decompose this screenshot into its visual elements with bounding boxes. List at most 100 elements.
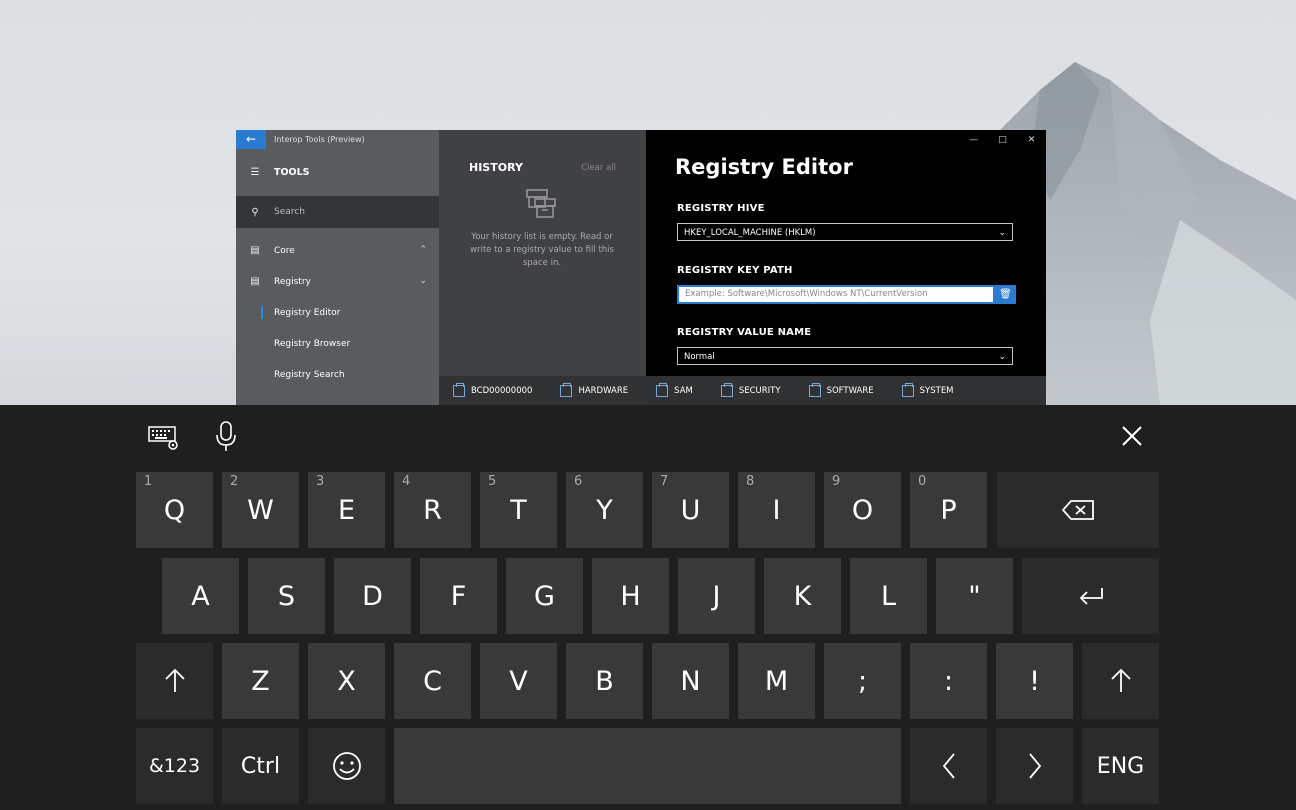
key-label: A	[191, 580, 210, 612]
clear-key-path-button[interactable]: 🗑	[995, 285, 1016, 304]
key-exclamation[interactable]: !	[996, 643, 1073, 719]
minimize-button[interactable]: —	[959, 130, 988, 150]
hive-label: SOFTWARE	[826, 385, 874, 396]
key-h[interactable]: H	[592, 558, 669, 634]
maximize-button[interactable]: □	[988, 130, 1017, 150]
key-v[interactable]: V	[480, 643, 557, 719]
smiley-icon	[332, 752, 361, 780]
key-g[interactable]: G	[506, 558, 583, 634]
key-label: Ctrl	[240, 753, 281, 779]
hive-shortcuts-bar: BCD00000000 HARDWARE SAM SECURITY SOFTWA…	[439, 376, 1046, 405]
key-number-hint: 6	[574, 474, 583, 489]
key-p[interactable]: 0P	[910, 472, 987, 548]
key-x[interactable]: X	[308, 643, 385, 719]
key-b[interactable]: B	[566, 643, 643, 719]
ctrl-key[interactable]: Ctrl	[222, 728, 299, 804]
key-l[interactable]: L	[850, 558, 927, 634]
hive-shortcut-sam[interactable]: SAM	[656, 382, 693, 397]
close-window-button[interactable]: ✕	[1017, 130, 1046, 150]
key-d[interactable]: D	[334, 558, 411, 634]
app-window: ← Interop Tools (Preview) ☰ TOOLS ⚲ Sear…	[236, 130, 1046, 405]
key-t[interactable]: 5T	[480, 472, 557, 548]
symbols-key[interactable]: &123	[136, 728, 213, 804]
key-label: ENG	[1096, 753, 1145, 779]
key-colon[interactable]: :	[910, 643, 987, 719]
shift-key-right[interactable]	[1082, 643, 1159, 719]
app-title: Interop Tools (Preview)	[274, 135, 365, 144]
close-keyboard-icon[interactable]	[1121, 425, 1143, 447]
clear-all-button[interactable]: Clear all	[581, 163, 616, 173]
nav-subitem-registry-browser[interactable]: Registry Browser	[236, 328, 439, 359]
hive-shortcut-bcd[interactable]: BCD00000000	[453, 382, 532, 397]
key-path-input[interactable]: Example: Software\Microsoft\Windows NT\C…	[677, 285, 995, 304]
value-name-dropdown[interactable]: Normal ⌄	[677, 347, 1013, 365]
chevron-left-icon	[942, 753, 955, 779]
key-label: :	[943, 665, 954, 697]
enter-key[interactable]	[1022, 558, 1159, 634]
key-k[interactable]: K	[764, 558, 841, 634]
key-semicolon[interactable]: ;	[824, 643, 901, 719]
hive-shortcut-software[interactable]: SOFTWARE	[808, 382, 874, 397]
history-title: HISTORY	[469, 161, 523, 174]
hive-label: SAM	[674, 385, 693, 396]
hive-shortcut-hardware[interactable]: HARDWARE	[560, 382, 628, 397]
key-i[interactable]: 8I	[738, 472, 815, 548]
hive-shortcut-system[interactable]: SYSTEM	[901, 382, 954, 397]
key-label: "	[968, 580, 981, 612]
chevron-down-icon: ⌄	[419, 276, 427, 286]
title-bar: ← Interop Tools (Preview)	[236, 130, 439, 149]
key-label: E	[337, 494, 356, 526]
key-label: L	[880, 580, 897, 612]
key-number-hint: 9	[832, 474, 841, 489]
search-box[interactable]: ⚲ Search	[236, 196, 439, 228]
key-a[interactable]: A	[162, 558, 239, 634]
hive-dropdown[interactable]: HKEY_LOCAL_MACHINE (HKLM) ⌄	[677, 223, 1013, 241]
back-button[interactable]: ←	[236, 130, 266, 149]
space-key[interactable]	[394, 728, 901, 804]
key-y[interactable]: 6Y	[566, 472, 643, 548]
key-label: O	[851, 494, 874, 526]
shift-key-left[interactable]	[136, 643, 213, 719]
key-e[interactable]: 3E	[308, 472, 385, 548]
emoji-key[interactable]	[308, 728, 385, 804]
key-path-label: REGISTRY KEY PATH	[677, 265, 793, 276]
hive-shortcut-security[interactable]: SECURITY	[720, 382, 781, 397]
key-f[interactable]: F	[420, 558, 497, 634]
language-key[interactable]: ENG	[1082, 728, 1159, 804]
shift-arrow-icon	[1110, 668, 1131, 692]
hive-icon	[901, 382, 914, 397]
key-o[interactable]: 9O	[824, 472, 901, 548]
key-r[interactable]: 4R	[394, 472, 471, 548]
key-j[interactable]: J	[678, 558, 755, 634]
hamburger-menu-button[interactable]: ☰ TOOLS	[236, 149, 439, 196]
key-label: &123	[148, 755, 201, 777]
right-arrow-key[interactable]	[996, 728, 1073, 804]
nav-item-registry[interactable]: ▤ Registry ⌄	[236, 266, 439, 297]
key-number-hint: 3	[316, 474, 325, 489]
microphone-icon[interactable]	[215, 421, 237, 453]
trash-icon: 🗑	[999, 289, 1012, 300]
backspace-key[interactable]	[997, 472, 1159, 548]
keyboard-settings-icon[interactable]	[148, 425, 180, 451]
key-m[interactable]: M	[738, 643, 815, 719]
key-number-hint: 5	[488, 474, 497, 489]
nav-item-core[interactable]: ▤ Core ⌃	[236, 235, 439, 266]
value-name-value: Normal	[684, 352, 715, 362]
key-quote[interactable]: "	[936, 558, 1013, 634]
key-label: T	[510, 494, 527, 526]
backspace-icon	[1061, 500, 1094, 520]
key-w[interactable]: 2W	[222, 472, 299, 548]
key-label: D	[362, 580, 383, 612]
key-q[interactable]: 1Q	[136, 472, 213, 548]
nav-subitem-registry-editor[interactable]: Registry Editor	[236, 297, 439, 328]
key-z[interactable]: Z	[222, 643, 299, 719]
left-arrow-key[interactable]	[910, 728, 987, 804]
tools-label: TOOLS	[274, 167, 310, 178]
nav-subitem-registry-search[interactable]: Registry Search	[236, 359, 439, 390]
key-u[interactable]: 7U	[652, 472, 729, 548]
key-n[interactable]: N	[652, 643, 729, 719]
key-s[interactable]: S	[248, 558, 325, 634]
key-c[interactable]: C	[394, 643, 471, 719]
key-label: G	[534, 580, 555, 612]
key-label: Y	[596, 494, 613, 526]
